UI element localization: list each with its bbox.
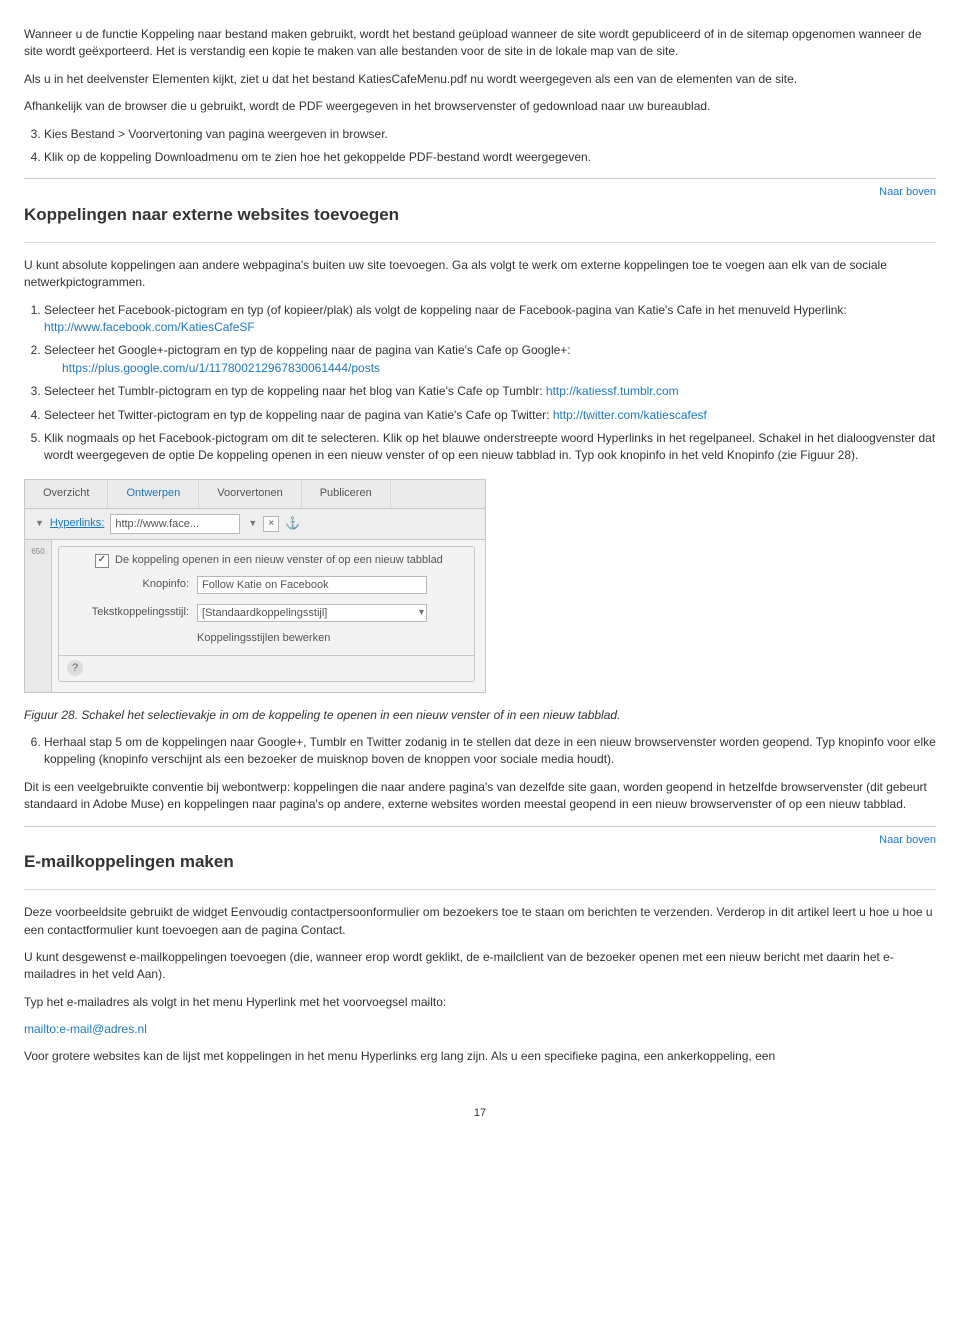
ruler: 650 [25,540,52,692]
hyperlinks-input[interactable]: http://www.face... [110,514,240,534]
paragraph: Als u in het deelvenster Elementen kijkt… [24,71,936,88]
section-heading-email-links: E-mailkoppelingen maken [24,850,936,875]
tab-publish[interactable]: Publiceren [302,480,391,508]
list-item: Selecteer het Google+-pictogram en typ d… [44,342,936,377]
figure-caption: Figuur 28. Schakel het selectievakje in … [24,707,936,724]
mailto-link[interactable]: mailto:e-mail@adres.nl [24,1022,147,1036]
paragraph: Afhankelijk van de browser die u gebruik… [24,98,936,115]
list-item: Klik op de koppeling Downloadmenu om te … [44,149,936,166]
linkstyle-label: Tekstkoppelingsstijl: [69,605,189,621]
list-text: Selecteer het Tumblr-pictogram en typ de… [44,384,546,398]
divider [24,178,936,179]
list-item: Selecteer het Facebook-pictogram en typ … [44,302,936,337]
list-text: Selecteer het Facebook-pictogram en typ … [44,303,847,317]
divider [24,242,936,243]
list-text: Selecteer het Google+-pictogram en typ d… [44,343,571,357]
hyperlinks-bar: ▼ Hyperlinks: http://www.face... ▼ × ⚓ [25,509,485,540]
paragraph: Dit is een veelgebruikte conventie bij w… [24,779,936,814]
paragraph: Deze voorbeeldsite gebruikt de widget Ee… [24,904,936,939]
dropdown-arrow-icon[interactable]: ▼ [417,606,426,619]
ordered-list: Herhaal stap 5 om de koppelingen naar Go… [44,734,936,769]
paragraph: U kunt absolute koppelingen aan andere w… [24,257,936,292]
paragraph: Voor grotere websites kan de lijst met k… [24,1048,936,1065]
tumblr-link[interactable]: http://katiessf.tumblr.com [546,384,679,398]
twitter-link[interactable]: http://twitter.com/katiescafesf [553,408,707,422]
list-item: Selecteer het Tumblr-pictogram en typ de… [44,383,936,400]
list-text: Selecteer het Twitter-pictogram en typ d… [44,408,553,422]
new-window-checkbox-label: De koppeling openen in een nieuw venster… [115,553,443,569]
paragraph: U kunt desgewenst e-mailkoppelingen toev… [24,949,936,984]
facebook-link[interactable]: http://www.facebook.com/KatiesCafeSF [44,320,255,334]
tab-preview[interactable]: Voorvertonen [199,480,301,508]
list-item: Selecteer het Twitter-pictogram en typ d… [44,407,936,424]
googleplus-link[interactable]: https://plus.google.com/u/1/117800212967… [62,361,380,375]
page-number: 17 [24,1106,936,1122]
anchor-icon[interactable]: ⚓ [285,515,300,532]
edit-link-styles[interactable]: Koppelingsstijlen bewerken [59,627,474,655]
list-item: Klik nogmaals op het Facebook-pictogram … [44,430,936,465]
to-top-link[interactable]: Naar boven [879,186,936,198]
divider [24,826,936,827]
paragraph: Typ het e-mailadres als volgt in het men… [24,994,936,1011]
tooltip-input[interactable]: Follow Katie on Facebook [197,576,427,594]
clear-link-button[interactable]: × [263,516,279,532]
tab-design[interactable]: Ontwerpen [108,480,199,508]
to-top-link[interactable]: Naar boven [879,834,936,846]
muse-tabs: Overzicht Ontwerpen Voorvertonen Publice… [25,480,485,509]
ordered-list: Kies Bestand > Voorvertoning van pagina … [44,126,936,167]
linkstyle-select[interactable]: [Standaardkoppelingsstijl] [197,604,427,622]
list-item: Herhaal stap 5 om de koppelingen naar Go… [44,734,936,769]
figure-28: Overzicht Ontwerpen Voorvertonen Publice… [24,479,486,693]
ordered-list: Selecteer het Facebook-pictogram en typ … [44,302,936,465]
section-heading-external-links: Koppelingen naar externe websites toevoe… [24,203,936,228]
new-window-checkbox[interactable]: ✓ [95,554,109,568]
paragraph: Wanneer u de functie Koppeling naar best… [24,26,936,61]
tab-overview[interactable]: Overzicht [25,480,108,508]
divider [24,889,936,890]
list-item: Kies Bestand > Voorvertoning van pagina … [44,126,936,143]
hyperlink-options-panel: ✓ De koppeling openen in een nieuw venst… [58,546,475,682]
dropdown-arrow-icon[interactable]: ▼ [248,517,257,530]
dropdown-arrow-icon[interactable]: ▼ [35,517,44,530]
hyperlinks-label[interactable]: Hyperlinks: [50,516,104,532]
help-icon[interactable]: ? [67,660,83,676]
tooltip-label: Knopinfo: [69,577,189,593]
